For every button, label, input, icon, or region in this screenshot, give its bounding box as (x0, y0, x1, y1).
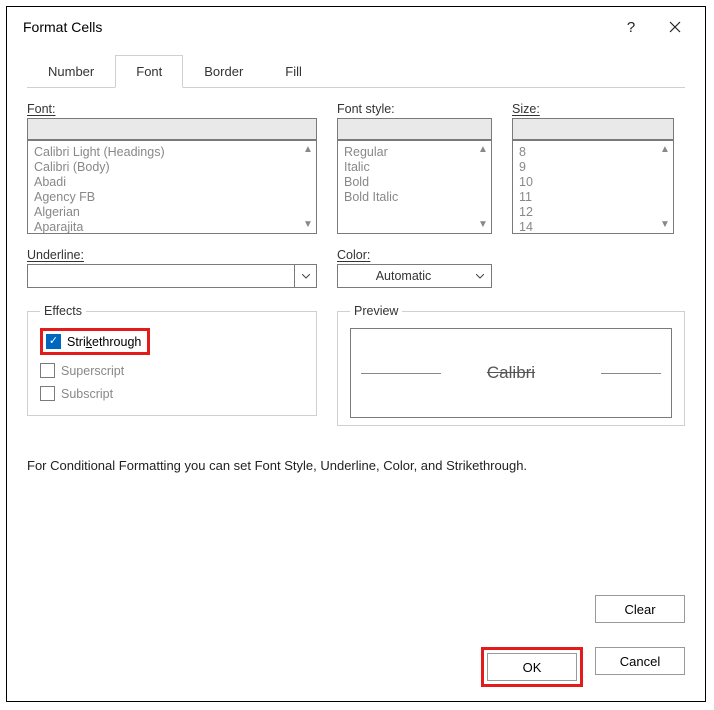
size-list[interactable]: 8 9 10 11 12 14 ▲ ▼ (512, 140, 674, 234)
list-item[interactable]: Aparajita (34, 220, 294, 233)
color-value: Automatic (338, 269, 469, 283)
list-item[interactable]: Algerian (34, 205, 294, 220)
preview-line (601, 373, 661, 374)
strikethrough-checkbox[interactable]: ✓ (46, 334, 61, 349)
list-item[interactable]: 11 (519, 190, 651, 205)
scrollbar[interactable]: ▲ ▼ (657, 141, 673, 233)
effects-group: Effects ✓ Strikethrough Superscript Subs… (27, 304, 317, 416)
list-item[interactable]: Abadi (34, 175, 294, 190)
color-label: Color: (337, 248, 492, 262)
color-combo[interactable]: Automatic (337, 264, 492, 288)
scroll-up-icon[interactable]: ▲ (478, 144, 488, 155)
scroll-down-icon[interactable]: ▼ (303, 219, 313, 230)
tab-fill[interactable]: Fill (264, 55, 323, 88)
scroll-down-icon[interactable]: ▼ (478, 219, 488, 230)
superscript-checkbox[interactable] (40, 363, 55, 378)
list-item[interactable]: Bold (344, 175, 469, 190)
conditional-formatting-note: For Conditional Formatting you can set F… (27, 458, 685, 473)
close-button[interactable] (653, 9, 697, 45)
list-item[interactable]: Bold Italic (344, 190, 469, 205)
preview-group: Preview Calibri (337, 304, 685, 426)
size-label: Size: (512, 102, 674, 116)
dialog-title: Format Cells (23, 19, 609, 35)
font-style-input[interactable] (337, 118, 492, 140)
strikethrough-label: Strikethrough (67, 335, 141, 349)
list-item[interactable]: Calibri Light (Headings) (34, 145, 294, 160)
superscript-label: Superscript (61, 364, 124, 378)
ok-button[interactable]: OK (487, 653, 577, 681)
tab-font[interactable]: Font (115, 55, 183, 88)
tab-number[interactable]: Number (27, 55, 115, 88)
font-style-list[interactable]: Regular Italic Bold Bold Italic ▲ ▼ (337, 140, 492, 234)
chevron-down-icon[interactable] (469, 265, 491, 287)
list-item[interactable]: Italic (344, 160, 469, 175)
font-list[interactable]: Calibri Light (Headings) Calibri (Body) … (27, 140, 317, 234)
highlight-strikethrough: ✓ Strikethrough (40, 328, 150, 355)
subscript-checkbox[interactable] (40, 386, 55, 401)
effects-preview-row: Effects ✓ Strikethrough Superscript Subs… (27, 304, 685, 426)
underline-combo[interactable] (27, 264, 317, 288)
font-style-label: Font style: (337, 102, 492, 116)
underline-label: Underline: (27, 248, 317, 262)
list-item[interactable]: Calibri (Body) (34, 160, 294, 175)
font-row: Font: Calibri Light (Headings) Calibri (… (27, 102, 685, 234)
preview-legend: Preview (350, 304, 402, 318)
footer: Clear OK Cancel (481, 595, 685, 687)
chevron-down-icon[interactable] (294, 265, 316, 287)
format-cells-dialog: Format Cells ? Number Font Border Fill F… (6, 6, 706, 702)
effects-legend: Effects (40, 304, 86, 318)
titlebar: Format Cells ? (7, 7, 705, 47)
list-item[interactable]: 8 (519, 145, 651, 160)
list-item[interactable]: 12 (519, 205, 651, 220)
preview-text: Calibri (463, 363, 559, 383)
scroll-up-icon[interactable]: ▲ (303, 144, 313, 155)
list-item[interactable]: 10 (519, 175, 651, 190)
highlight-ok: OK (481, 647, 583, 687)
size-input[interactable] (512, 118, 674, 140)
font-label: Font: (27, 102, 317, 116)
scrollbar[interactable]: ▲ ▼ (475, 141, 491, 233)
help-button[interactable]: ? (609, 9, 653, 45)
font-input[interactable] (27, 118, 317, 140)
list-item[interactable]: 14 (519, 220, 651, 233)
close-icon (669, 21, 681, 33)
list-item[interactable]: 9 (519, 160, 651, 175)
clear-button[interactable]: Clear (595, 595, 685, 623)
scroll-down-icon[interactable]: ▼ (660, 219, 670, 230)
tab-border[interactable]: Border (183, 55, 264, 88)
list-item[interactable]: Regular (344, 145, 469, 160)
cancel-button[interactable]: Cancel (595, 647, 685, 675)
scrollbar[interactable]: ▲ ▼ (300, 141, 316, 233)
subscript-label: Subscript (61, 387, 113, 401)
preview-box: Calibri (350, 328, 672, 418)
scroll-up-icon[interactable]: ▲ (660, 144, 670, 155)
preview-line (361, 373, 441, 374)
tab-strip: Number Font Border Fill (27, 55, 685, 88)
dialog-body: Number Font Border Fill Font: Calibri Li… (7, 47, 705, 487)
list-item[interactable]: Agency FB (34, 190, 294, 205)
underline-color-row: Underline: Color: Automatic (27, 248, 685, 288)
